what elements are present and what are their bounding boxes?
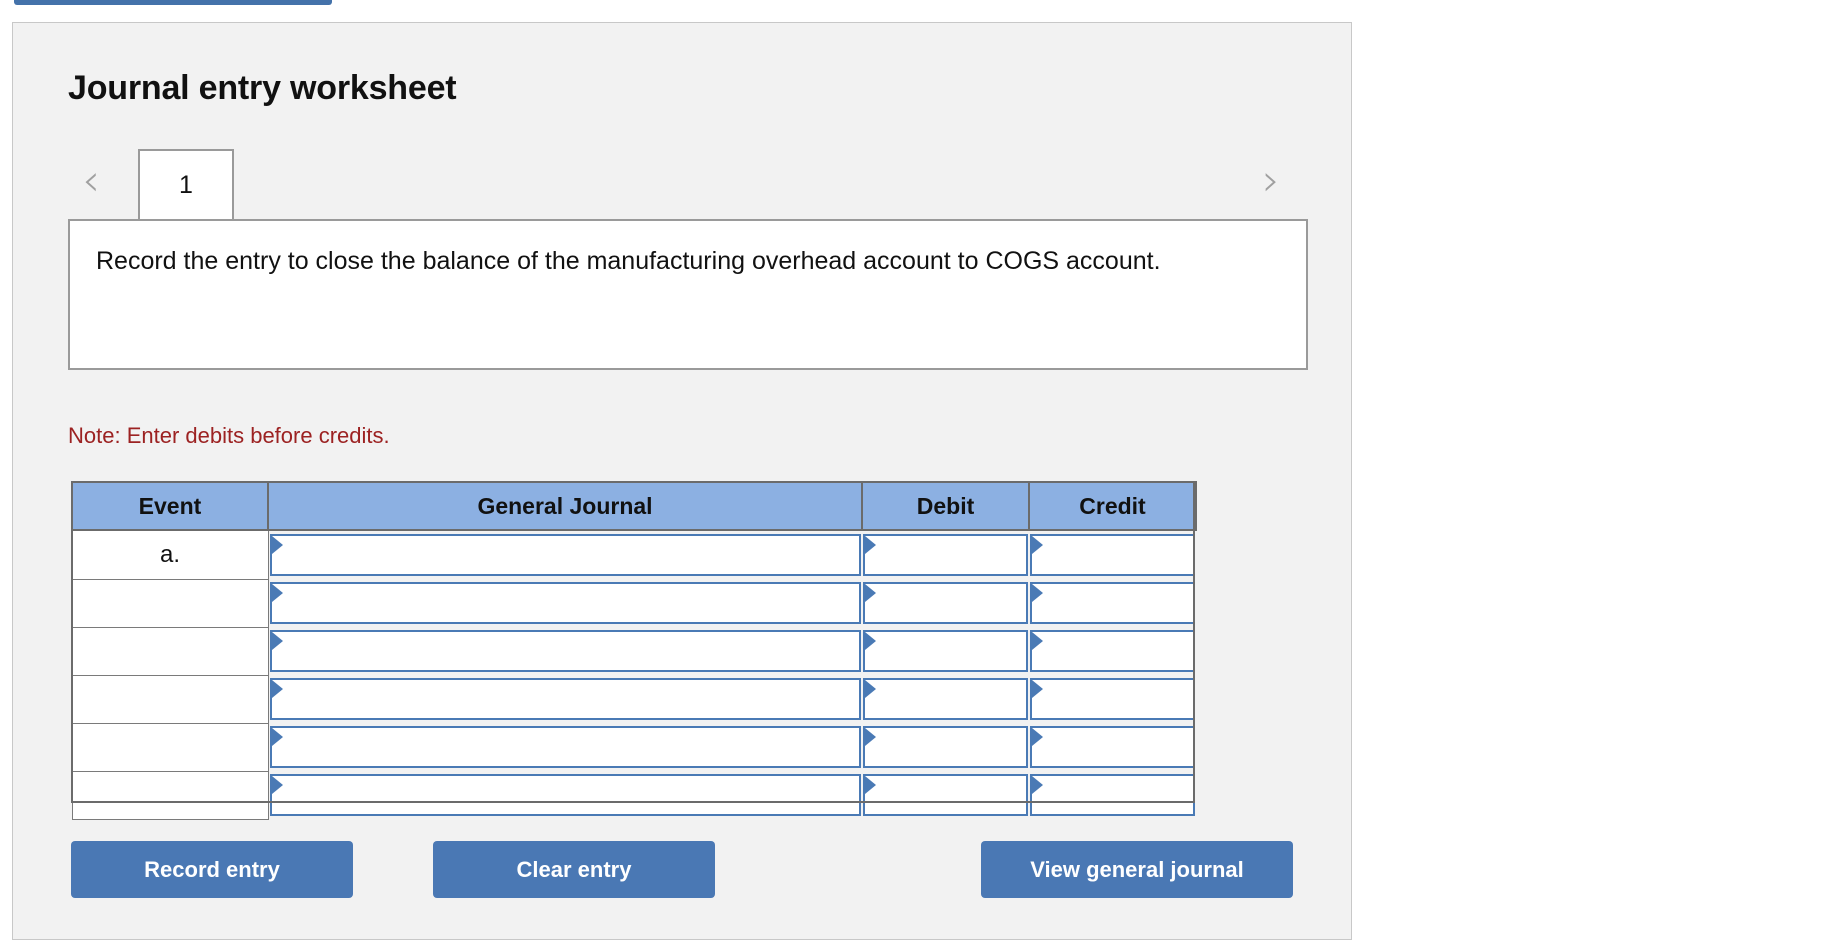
credit-input[interactable] — [1030, 582, 1195, 624]
column-header-debit: Debit — [861, 481, 1030, 531]
general-journal-select[interactable] — [269, 630, 861, 672]
debit-input[interactable] — [863, 726, 1028, 768]
table-row — [71, 770, 1196, 820]
credit-input[interactable] — [1030, 678, 1195, 720]
general-journal-cell — [268, 771, 862, 819]
entry-description-box: Record the entry to close the balance of… — [68, 219, 1308, 370]
journal-entry-table: Event General Journal Debit Credit a. — [71, 481, 1197, 820]
event-cell — [71, 674, 269, 724]
credit-input[interactable] — [1030, 726, 1195, 768]
general-journal-select[interactable] — [269, 774, 861, 816]
credit-input[interactable] — [1030, 774, 1195, 816]
view-general-journal-button[interactable]: View general journal — [981, 841, 1293, 898]
debit-cell — [862, 771, 1029, 819]
journal-entry-worksheet-panel: Journal entry worksheet ‹ 1 › Record the… — [12, 22, 1352, 940]
credit-cell — [1029, 579, 1196, 627]
credit-cell — [1029, 723, 1196, 771]
general-journal-cell — [268, 627, 862, 675]
debits-before-credits-note: Note: Enter debits before credits. — [68, 423, 390, 448]
column-header-event: Event — [71, 481, 269, 531]
event-cell — [71, 722, 269, 772]
top-progress-bar — [14, 0, 332, 5]
page-title: Journal entry worksheet — [68, 69, 457, 107]
debit-cell — [862, 579, 1029, 627]
credit-input[interactable] — [1030, 534, 1195, 576]
general-journal-cell — [268, 675, 862, 723]
clear-entry-button[interactable]: Clear entry — [433, 841, 715, 898]
general-journal-select[interactable] — [269, 534, 861, 576]
credit-cell — [1029, 530, 1196, 579]
general-journal-select[interactable] — [269, 582, 861, 624]
table-row — [71, 722, 1196, 772]
debit-input[interactable] — [863, 630, 1028, 672]
general-journal-cell — [268, 579, 862, 627]
table-row — [71, 578, 1196, 628]
debit-cell — [862, 530, 1029, 579]
debit-cell — [862, 627, 1029, 675]
debit-input[interactable] — [863, 678, 1028, 720]
table-row — [71, 626, 1196, 676]
worksheet-tab-1[interactable]: 1 — [138, 149, 234, 220]
event-cell — [71, 770, 269, 820]
column-header-credit: Credit — [1028, 481, 1197, 531]
general-journal-cell — [268, 530, 862, 579]
general-journal-cell — [268, 723, 862, 771]
chevron-left-icon[interactable]: ‹ — [74, 155, 108, 211]
credit-cell — [1029, 627, 1196, 675]
credit-cell — [1029, 675, 1196, 723]
chevron-right-icon[interactable]: › — [1254, 155, 1288, 211]
debit-cell — [862, 675, 1029, 723]
event-cell — [71, 578, 269, 628]
credit-cell — [1029, 771, 1196, 819]
debit-input[interactable] — [863, 582, 1028, 624]
general-journal-select[interactable] — [269, 726, 861, 768]
debit-cell — [862, 723, 1029, 771]
table-row: a. — [71, 529, 1196, 580]
table-header-row: Event General Journal Debit Credit — [71, 481, 1197, 531]
record-entry-button[interactable]: Record entry — [71, 841, 353, 898]
event-cell: a. — [71, 529, 269, 580]
credit-input[interactable] — [1030, 630, 1195, 672]
general-journal-select[interactable] — [269, 678, 861, 720]
debit-input[interactable] — [863, 774, 1028, 816]
worksheet-tab-strip: ‹ 1 › — [68, 149, 1308, 221]
entry-description-text: Record the entry to close the balance of… — [96, 247, 1161, 275]
column-header-general-journal: General Journal — [267, 481, 863, 531]
event-cell — [71, 626, 269, 676]
debit-input[interactable] — [863, 534, 1028, 576]
table-row — [71, 674, 1196, 724]
